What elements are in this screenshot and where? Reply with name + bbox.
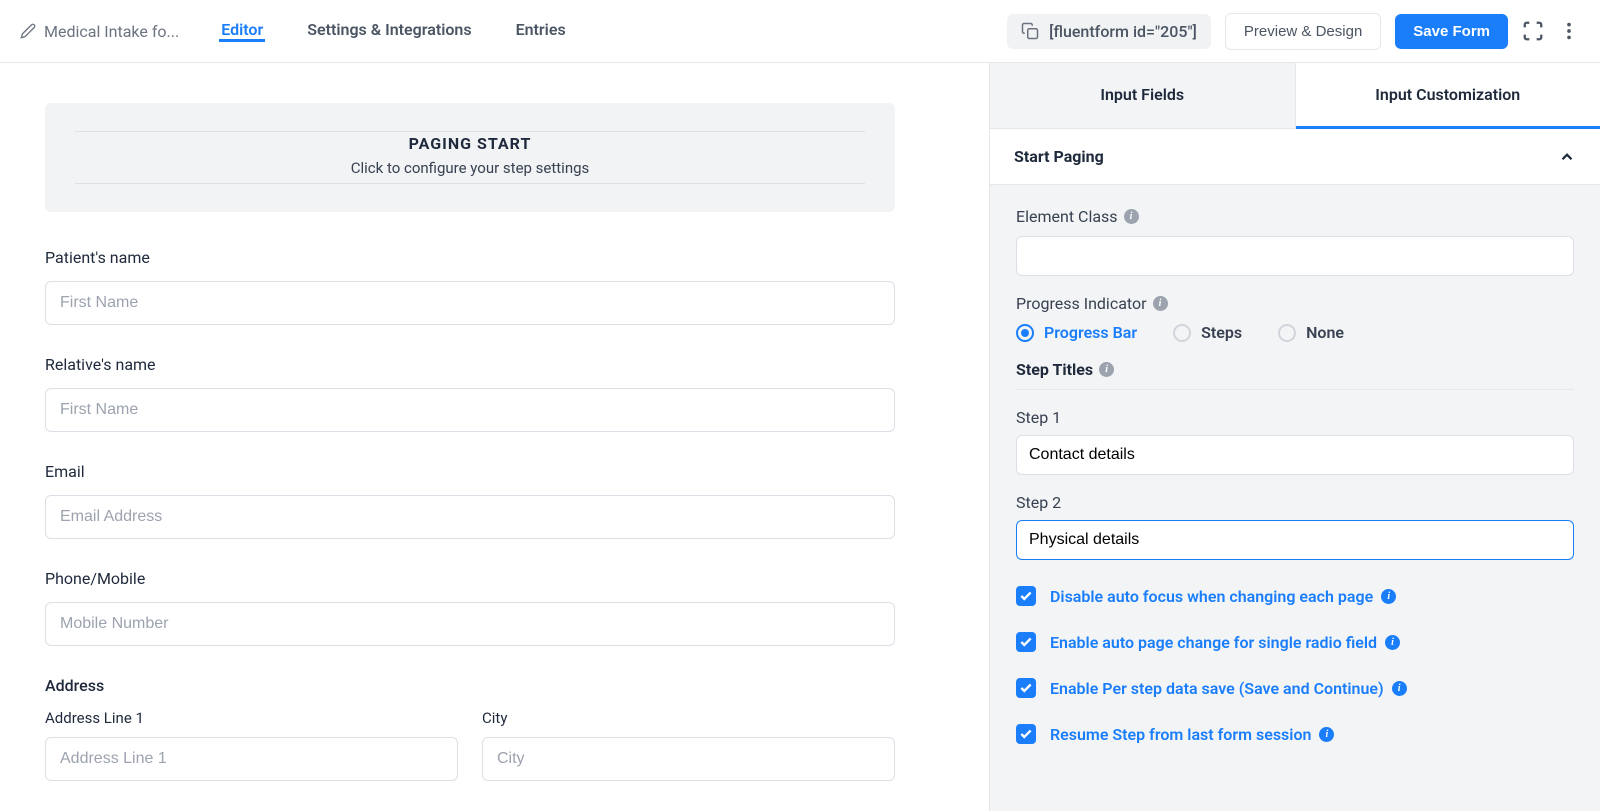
- label-patient-name: Patient's name: [45, 248, 895, 267]
- info-icon[interactable]: i: [1124, 209, 1139, 224]
- paging-title: PAGING START: [75, 134, 865, 153]
- label-address: Address: [45, 676, 895, 695]
- fullscreen-icon: [1522, 20, 1544, 42]
- radio-none[interactable]: None: [1278, 323, 1344, 342]
- shortcode-display[interactable]: [fluentform id="205"]: [1007, 14, 1211, 49]
- form-title-text: Medical Intake fo...: [44, 22, 179, 41]
- checkbox-auto-page-change[interactable]: Enable auto page change for single radio…: [1016, 632, 1574, 652]
- input-patient-name[interactable]: [45, 281, 895, 325]
- checkbox-box: [1016, 678, 1036, 698]
- sidebar-tab-input-fields[interactable]: Input Fields: [990, 63, 1296, 129]
- label-phone: Phone/Mobile: [45, 569, 895, 588]
- info-icon[interactable]: i: [1385, 635, 1400, 650]
- field-phone[interactable]: Phone/Mobile: [45, 569, 895, 646]
- more-vertical-icon: [1558, 20, 1580, 42]
- info-icon[interactable]: i: [1381, 589, 1396, 604]
- radio-progress-bar[interactable]: Progress Bar: [1016, 323, 1137, 342]
- form-canvas: PAGING START Click to configure your ste…: [0, 63, 940, 811]
- paging-start-block[interactable]: PAGING START Click to configure your ste…: [45, 103, 895, 212]
- label-element-class: Element Class i: [1016, 207, 1574, 226]
- main: PAGING START Click to configure your ste…: [0, 63, 1600, 811]
- step-item-2: Step 2: [1016, 493, 1574, 560]
- checkbox-resume-step[interactable]: Resume Step from last form session i: [1016, 724, 1574, 744]
- field-patient-name[interactable]: Patient's name: [45, 248, 895, 325]
- radio-steps[interactable]: Steps: [1173, 323, 1242, 342]
- setting-progress-indicator: Progress Indicator i Progress Bar Steps …: [1016, 294, 1574, 342]
- tab-settings[interactable]: Settings & Integrations: [305, 20, 473, 42]
- topbar-right: [fluentform id="205"] Preview & Design S…: [1007, 13, 1580, 50]
- checkbox-disable-autofocus[interactable]: Disable auto focus when changing each pa…: [1016, 586, 1574, 606]
- topbar-left: Medical Intake fo... Editor Settings & I…: [20, 20, 568, 42]
- sidebar-tab-input-customization[interactable]: Input Customization: [1296, 63, 1600, 129]
- chevron-up-icon: [1558, 148, 1576, 166]
- panel-body: Element Class i Progress Indicator i Pro…: [990, 185, 1600, 811]
- checkbox-box: [1016, 632, 1036, 652]
- setting-step-titles: Step Titles i Step 1 Step 2: [1016, 360, 1574, 560]
- field-email[interactable]: Email: [45, 462, 895, 539]
- input-city[interactable]: [482, 737, 895, 781]
- check-icon: [1019, 589, 1033, 603]
- panel-header[interactable]: Start Paging: [990, 129, 1600, 185]
- copy-icon: [1021, 22, 1039, 40]
- checkbox-label-text: Resume Step from last form session: [1050, 725, 1311, 744]
- input-relative-name[interactable]: [45, 388, 895, 432]
- sidebar: Input Fields Input Customization Start P…: [990, 63, 1600, 811]
- save-button[interactable]: Save Form: [1395, 14, 1508, 49]
- checkbox-label-text: Disable auto focus when changing each pa…: [1050, 587, 1373, 606]
- input-step-2[interactable]: [1016, 520, 1574, 560]
- check-icon: [1019, 727, 1033, 741]
- editor-area: PAGING START Click to configure your ste…: [0, 63, 990, 811]
- input-phone[interactable]: [45, 602, 895, 646]
- label-email: Email: [45, 462, 895, 481]
- check-icon: [1019, 635, 1033, 649]
- topbar: Medical Intake fo... Editor Settings & I…: [0, 0, 1600, 63]
- info-icon[interactable]: i: [1099, 362, 1114, 377]
- input-element-class[interactable]: [1016, 236, 1574, 276]
- sidebar-tabs: Input Fields Input Customization: [990, 63, 1600, 129]
- step-item-1: Step 1: [1016, 408, 1574, 475]
- shortcode-text: [fluentform id="205"]: [1049, 22, 1197, 41]
- checkbox-per-step-save[interactable]: Enable Per step data save (Save and Cont…: [1016, 678, 1574, 698]
- more-button[interactable]: [1558, 20, 1580, 42]
- checkbox-box: [1016, 724, 1036, 744]
- tab-entries[interactable]: Entries: [514, 20, 568, 42]
- input-address-line1[interactable]: [45, 737, 458, 781]
- paging-subtitle: Click to configure your step settings: [75, 159, 865, 177]
- fullscreen-button[interactable]: [1522, 20, 1544, 42]
- checkbox-label-text: Enable auto page change for single radio…: [1050, 633, 1377, 652]
- info-icon[interactable]: i: [1319, 727, 1334, 742]
- checkbox-label-text: Enable Per step data save (Save and Cont…: [1050, 679, 1384, 698]
- radio-group-progress: Progress Bar Steps None: [1016, 323, 1574, 342]
- check-icon: [1019, 681, 1033, 695]
- field-relative-name[interactable]: Relative's name: [45, 355, 895, 432]
- label-step-titles: Step Titles i: [1016, 360, 1574, 379]
- label-relative-name: Relative's name: [45, 355, 895, 374]
- nav-tabs: Editor Settings & Integrations Entries: [219, 20, 567, 42]
- step-1-label: Step 1: [1016, 408, 1574, 427]
- form-title[interactable]: Medical Intake fo...: [20, 22, 179, 41]
- label-city: City: [482, 709, 895, 727]
- field-address[interactable]: Address Address Line 1 City: [45, 676, 895, 781]
- setting-element-class: Element Class i: [1016, 207, 1574, 276]
- input-step-1[interactable]: [1016, 435, 1574, 475]
- checkbox-box: [1016, 586, 1036, 606]
- label-address-line1: Address Line 1: [45, 709, 458, 727]
- checkbox-list: Disable auto focus when changing each pa…: [1016, 586, 1574, 744]
- panel-title: Start Paging: [1014, 147, 1104, 166]
- info-icon[interactable]: i: [1392, 681, 1407, 696]
- pencil-icon: [20, 23, 36, 39]
- tab-editor[interactable]: Editor: [219, 20, 265, 42]
- preview-button[interactable]: Preview & Design: [1225, 13, 1381, 50]
- step-2-label: Step 2: [1016, 493, 1574, 512]
- info-icon[interactable]: i: [1153, 296, 1168, 311]
- input-email[interactable]: [45, 495, 895, 539]
- label-progress-indicator: Progress Indicator i: [1016, 294, 1574, 313]
